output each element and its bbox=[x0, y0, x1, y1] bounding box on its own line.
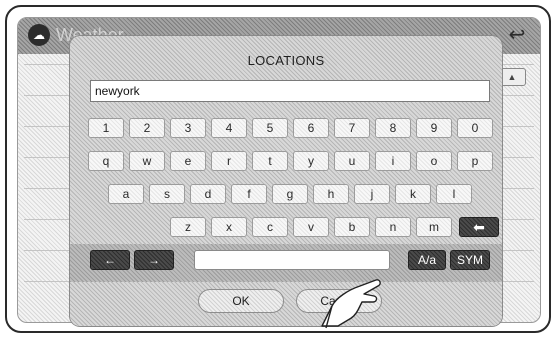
key-x[interactable]: x bbox=[211, 217, 247, 237]
backspace-key[interactable]: ⬅ bbox=[459, 217, 499, 237]
on-screen-keyboard: 1 2 3 4 5 6 7 8 9 0 q w e r t y u i o p a s d f g h j k l z x c v b n m ⬅ ← → A… bbox=[84, 118, 499, 288]
back-arrow-icon[interactable]: ↩ bbox=[506, 24, 528, 46]
key-2[interactable]: 2 bbox=[129, 118, 165, 138]
key-l[interactable]: l bbox=[436, 184, 472, 204]
dialog-title: LOCATIONS bbox=[247, 53, 325, 68]
locations-dialog: LOCATIONS newyork 1234567890 qwertyuiop as… bbox=[70, 36, 502, 329]
key-s[interactable]: s bbox=[149, 184, 185, 204]
key-1[interactable]: 1 bbox=[88, 118, 124, 138]
key-3[interactable]: 3 bbox=[170, 118, 206, 138]
key-z[interactable]: z bbox=[170, 217, 206, 237]
cursor-left-key[interactable]: ← bbox=[90, 250, 130, 270]
key-r[interactable]: r bbox=[211, 151, 247, 171]
ok-button[interactable]: OK bbox=[198, 289, 284, 313]
symbols-key[interactable]: SYM bbox=[450, 250, 490, 270]
pointing-hand-icon bbox=[321, 279, 381, 329]
key-h[interactable]: h bbox=[313, 184, 349, 204]
space-key[interactable] bbox=[194, 250, 390, 270]
key-m[interactable]: m bbox=[416, 217, 452, 237]
case-toggle-key[interactable]: A/a bbox=[408, 250, 446, 270]
key-0[interactable]: 0 bbox=[457, 118, 493, 138]
key-8[interactable]: 8 bbox=[375, 118, 411, 138]
key-7[interactable]: 7 bbox=[334, 118, 370, 138]
key-b[interactable]: b bbox=[334, 217, 370, 237]
key-w[interactable]: w bbox=[129, 151, 165, 171]
key-y[interactable]: y bbox=[293, 151, 329, 171]
key-k[interactable]: k bbox=[395, 184, 431, 204]
key-t[interactable]: t bbox=[252, 151, 288, 171]
key-6[interactable]: 6 bbox=[293, 118, 329, 138]
location-input[interactable]: newyork bbox=[90, 80, 490, 102]
weather-app-icon: ☁ bbox=[28, 24, 50, 46]
key-g[interactable]: g bbox=[272, 184, 308, 204]
key-j[interactable]: j bbox=[354, 184, 390, 204]
key-c[interactable]: c bbox=[252, 217, 288, 237]
key-f[interactable]: f bbox=[231, 184, 267, 204]
scroll-up-icon[interactable]: ▲ bbox=[498, 68, 526, 86]
key-d[interactable]: d bbox=[190, 184, 226, 204]
key-4[interactable]: 4 bbox=[211, 118, 247, 138]
key-n[interactable]: n bbox=[375, 217, 411, 237]
cursor-right-key[interactable]: → bbox=[134, 250, 174, 270]
key-i[interactable]: i bbox=[375, 151, 411, 171]
key-p[interactable]: p bbox=[457, 151, 493, 171]
backspace-arrow-icon: ⬅ bbox=[473, 219, 485, 235]
device-frame: ☁ Weather ↩ ▲ LOCATIONS newyork 12345678… bbox=[5, 5, 551, 333]
key-v[interactable]: v bbox=[293, 217, 329, 237]
key-a[interactable]: a bbox=[108, 184, 144, 204]
key-9[interactable]: 9 bbox=[416, 118, 452, 138]
key-q[interactable]: q bbox=[88, 151, 124, 171]
key-u[interactable]: u bbox=[334, 151, 370, 171]
key-e[interactable]: e bbox=[170, 151, 206, 171]
key-5[interactable]: 5 bbox=[252, 118, 288, 138]
key-o[interactable]: o bbox=[416, 151, 452, 171]
